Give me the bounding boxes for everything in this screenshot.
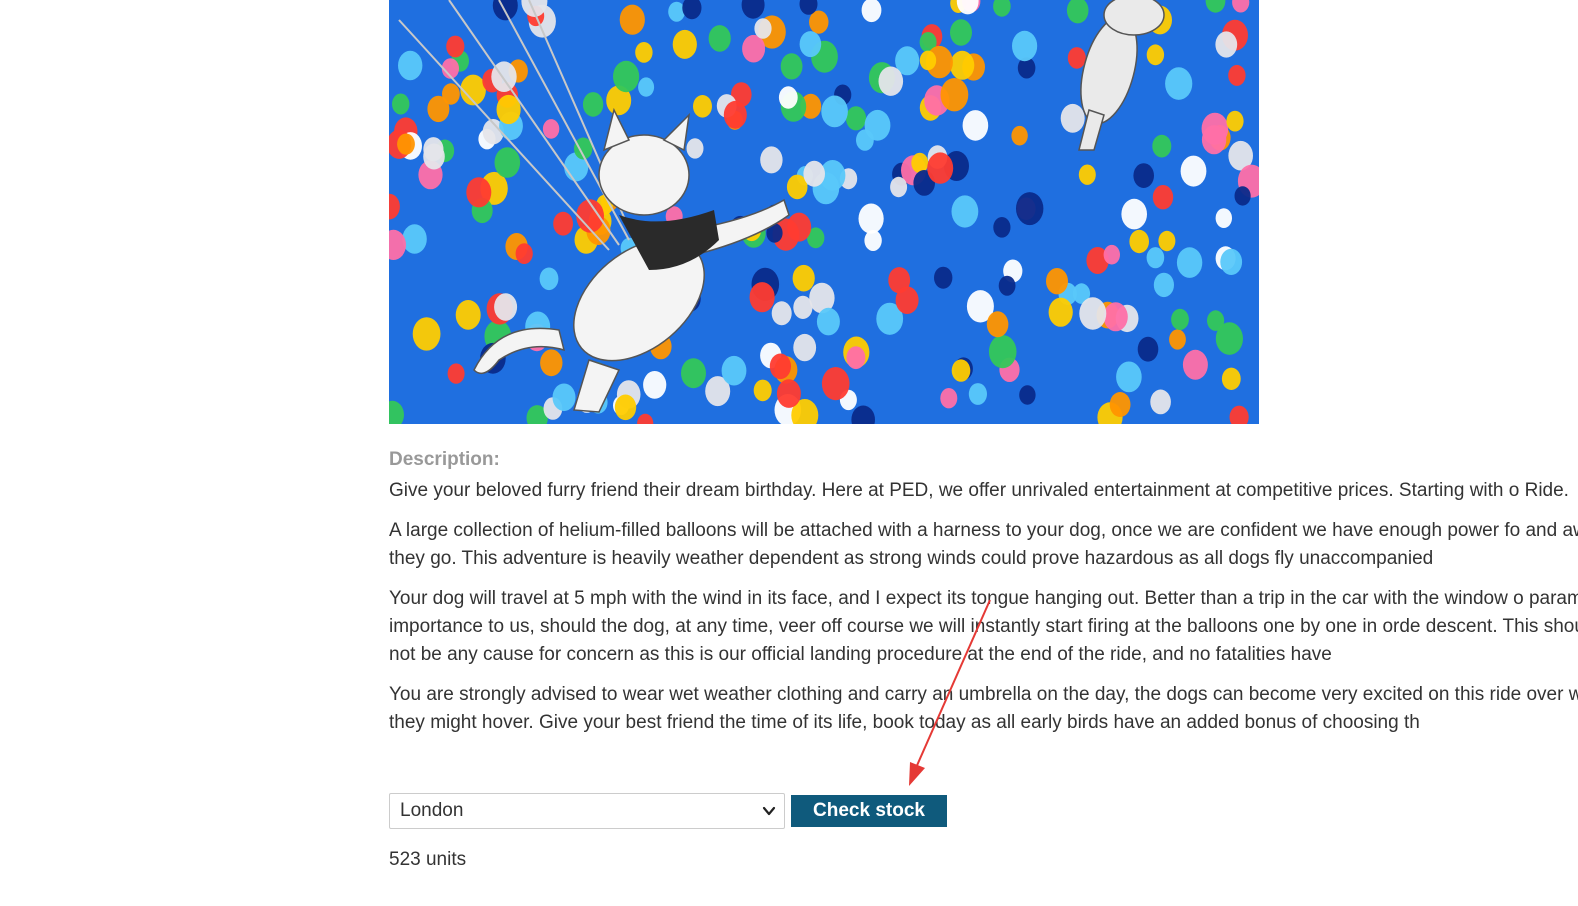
description-paragraph: You are strongly advised to wear wet wea… (389, 684, 1578, 733)
store-select[interactable]: London (389, 793, 785, 829)
balloon-dog-photo (389, 0, 1259, 424)
description-paragraph: Give your beloved furry friend their dre… (389, 480, 1569, 501)
description-label: Description: (389, 449, 500, 470)
product-description: Description: Give your beloved furry fri… (389, 447, 1578, 749)
store-select-value: London (400, 800, 464, 821)
check-stock-button[interactable]: Check stock (791, 795, 947, 827)
product-page: Description: Give your beloved furry fri… (0, 0, 1578, 906)
stock-result: 523 units (389, 849, 467, 870)
chevron-down-icon (762, 806, 776, 816)
description-paragraph: Your dog will travel at 5 mph with the w… (389, 588, 1578, 665)
product-image (389, 0, 1259, 424)
description-paragraph: A large collection of helium-filled ball… (389, 520, 1578, 569)
stock-check-form: London Check stock (389, 793, 947, 829)
